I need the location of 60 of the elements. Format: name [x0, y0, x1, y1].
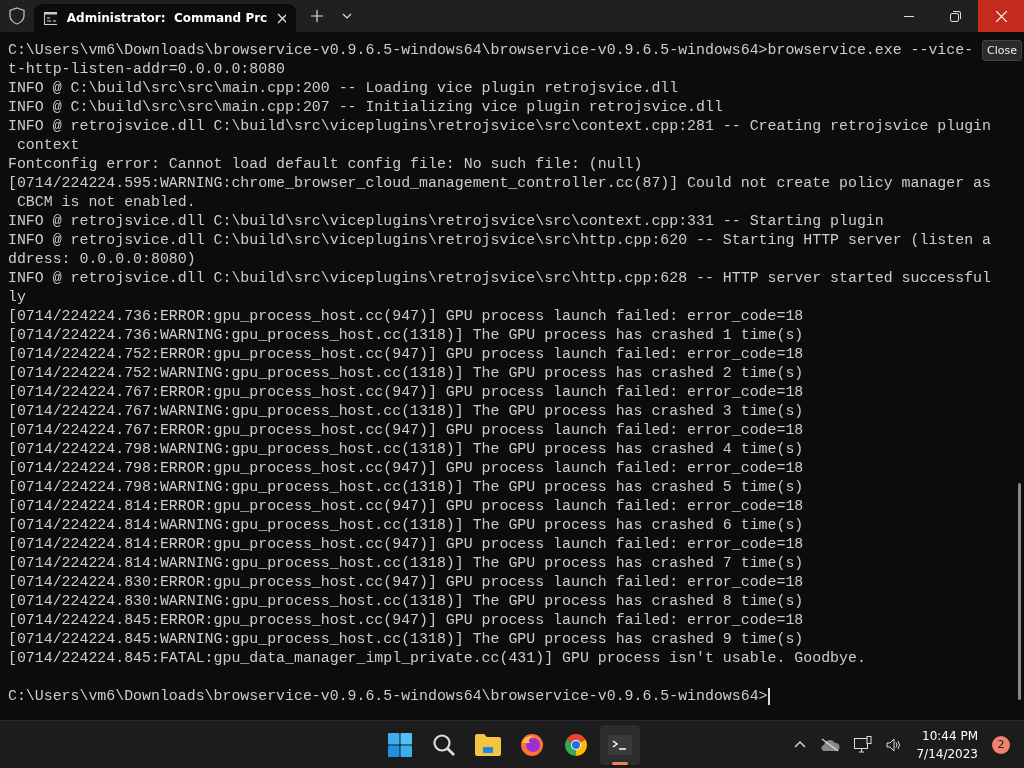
plus-icon[interactable]: [311, 10, 323, 22]
console-line: [0714/224224.767:WARNING:gpu_process_host.cc(1318)] The GPU process has crashed 3 time(s): [8, 402, 804, 421]
chevron-down-icon[interactable]: [342, 13, 352, 19]
browser-icon[interactable]: [564, 732, 588, 757]
console-line: context: [15, 136, 80, 155]
close-icon: [995, 10, 1007, 22]
tooltip: Close: [982, 40, 1022, 61]
console-line: [0714/224224.798:ERROR:gpu_process_host.cc(947)] GPU process launch failed: error_code=18: [8, 459, 804, 478]
terminal-icon[interactable]: [608, 734, 632, 755]
windows-logo-icon[interactable]: [388, 732, 412, 757]
console-line: [0714/224224.845:FATAL:gpu_data_manager_impl_private.cc(431)] GPU process isn't usable. Goodbye.: [8, 649, 866, 668]
console-line: INFO @ C:\build\src\src\main.cpp:200 -- Loading vice plugin retrojsvice.dll: [8, 79, 679, 98]
console-line: [0714/224224.845:ERROR:gpu_process_host.cc(947)] GPU process launch failed: error_code=18: [8, 611, 804, 630]
window-tab[interactable]: Administrator: Command Prc: [34, 4, 296, 32]
shield-icon: [9, 7, 25, 25]
console-line: [0714/224224.767:ERROR:gpu_process_host.cc(947)] GPU process launch failed: error_code=18: [8, 383, 804, 402]
restore-icon[interactable]: [949, 10, 961, 22]
clock-time: 10:44 PM: [922, 727, 978, 745]
console-line: [0714/224224.736:WARNING:gpu_process_host.cc(1318)] The GPU process has crashed 1 time(s): [8, 326, 804, 345]
console-line: [0714/224224.814:ERROR:gpu_process_host.cc(947)] GPU process launch failed: error_code=18: [8, 535, 804, 554]
notification-badge[interactable]: 2: [992, 735, 1010, 754]
console-line: INFO @ retrojsvice.dll C:\build\src\viceplugins\retrojsvice\src\http.cpp:620 -- Starting HTTP server (listen a: [8, 231, 991, 250]
console-line: [0714/224224.830:WARNING:gpu_process_host.cc(1318)] The GPU process has crashed 8 time(s): [8, 592, 804, 611]
console-line: [0714/224224.814:WARNING:gpu_process_host.cc(1318)] The GPU process has crashed 6 time(s): [8, 516, 804, 535]
text-cursor: [767, 688, 770, 705]
console-line: C:\Users\vm6\Downloads\browservice-v0.9.6.5-windows64\browservice-v0.9.6.5-windows64>browservice.exe --vice-: [8, 41, 974, 60]
close-icon[interactable]: [277, 12, 286, 24]
console-line: [0714/224224.830:ERROR:gpu_process_host.cc(947)] GPU process launch failed: error_code=18: [8, 573, 804, 592]
chevron-up-icon[interactable]: [794, 741, 807, 748]
console-line: ly: [8, 288, 26, 307]
console-line: [0714/224224.814:ERROR:gpu_process_host.cc(947)] GPU process launch failed: error_code=18: [8, 497, 804, 516]
command-prompt: C:\Users\vm6\Downloads\browservice-v0.9.6.5-windows64\browservice-v0.9.6.5-windows64>: [8, 687, 768, 706]
folder-icon[interactable]: [475, 733, 501, 756]
console-line: Fontconfig error: Cannot load default config file: No such file: (null): [8, 155, 643, 174]
console-line: t-http-listen-addr=0.0.0.0:8080: [8, 60, 285, 79]
scrollbar-thumb[interactable]: [1018, 483, 1021, 700]
browser-icon[interactable]: [520, 732, 544, 757]
speaker-icon[interactable]: [886, 737, 903, 752]
console-line: [0714/224224.798:WARNING:gpu_process_host.cc(1318)] The GPU process has crashed 5 time(s): [8, 478, 804, 497]
console-line: INFO @ retrojsvice.dll C:\build\src\viceplugins\retrojsvice\src\http.cpp:628 -- HTTP server started successful: [8, 269, 991, 288]
console-line: INFO @ retrojsvice.dll C:\build\src\viceplugins\retrojsvice\src\context.cpp:281 -- Creating retrojsvice plugin: [8, 117, 991, 136]
console-line: [0714/224224.767:ERROR:gpu_process_host.cc(947)] GPU process launch failed: error_code=18: [8, 421, 804, 440]
console-line: [0714/224224.752:ERROR:gpu_process_host.cc(947)] GPU process launch failed: error_code=18: [8, 345, 804, 364]
console-line: CBCM is not enabled.: [15, 193, 196, 212]
search-icon[interactable]: [432, 732, 456, 757]
console-line: ddress: 0.0.0.0:8080): [8, 250, 196, 269]
console-line: [0714/224224.814:WARNING:gpu_process_host.cc(1318)] The GPU process has crashed 7 time(s): [8, 554, 804, 573]
console-line: INFO @ C:\build\src\src\main.cpp:207 -- Initializing vice plugin retrojsvice.dll: [8, 98, 723, 117]
console-line: [0714/224224.752:WARNING:gpu_process_host.cc(1318)] The GPU process has crashed 2 time(s): [8, 364, 804, 383]
console-icon: [44, 11, 57, 25]
console-line: [0714/224224.595:WARNING:chrome_browser_cloud_management_controller.cc(87)] Could not create policy manager as: [8, 174, 991, 193]
network-icon[interactable]: [854, 736, 873, 753]
console-line: INFO @ retrojsvice.dll C:\build\src\viceplugins\retrojsvice\src\context.cpp:331 -- Starting plugin: [8, 212, 884, 231]
console-line: [0714/224224.845:WARNING:gpu_process_host.cc(1318)] The GPU process has crashed 9 time(s): [8, 630, 804, 649]
console-line: [0714/224224.736:ERROR:gpu_process_host.cc(947)] GPU process launch failed: error_code=18: [8, 307, 804, 326]
tab-title: Administrator: Command Prc: [66, 11, 268, 25]
clock-date: 7/14/2023: [916, 745, 978, 763]
cloud-off-icon[interactable]: [820, 737, 841, 752]
minimize-icon[interactable]: [904, 15, 914, 17]
console-line: [0714/224224.798:WARNING:gpu_process_host.cc(1318)] The GPU process has crashed 4 time(s): [8, 440, 804, 459]
